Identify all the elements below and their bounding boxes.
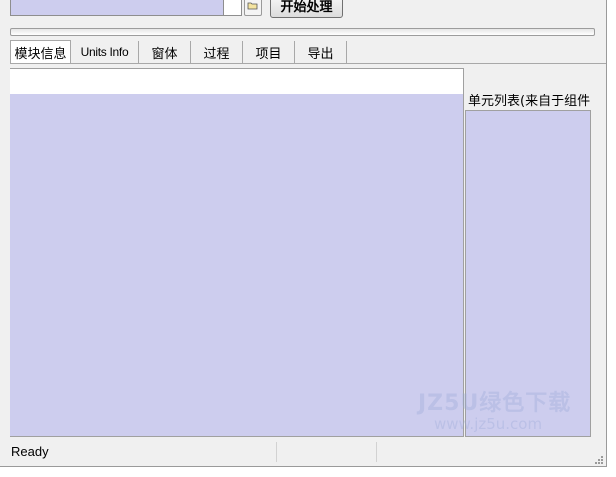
- units-list-label: 单元列表(来自于组件: [468, 94, 591, 109]
- folder-open-icon: [247, 0, 259, 14]
- tab-forms[interactable]: 窗体: [139, 41, 191, 63]
- tab-divider: [10, 63, 606, 64]
- module-info-header: [10, 68, 464, 94]
- progress-bar: [10, 28, 595, 36]
- tab-module-info[interactable]: 模块信息: [10, 40, 71, 64]
- browse-button[interactable]: [244, 0, 262, 16]
- status-text: Ready: [11, 444, 49, 459]
- tab-procedures[interactable]: 过程: [191, 41, 243, 63]
- tab-project[interactable]: 项目: [243, 41, 295, 63]
- path-dropdown-arrow[interactable]: [224, 0, 242, 16]
- units-list[interactable]: [465, 110, 591, 437]
- tab-export[interactable]: 导出: [295, 41, 347, 63]
- tab-strip: 模块信息 Units Info 窗体 过程 项目 导出: [10, 40, 347, 64]
- tab-units-info[interactable]: Units Info: [71, 41, 139, 63]
- file-path-input[interactable]: [10, 0, 224, 16]
- status-pane-2: [277, 442, 377, 462]
- status-bar: Ready: [0, 440, 606, 466]
- resize-grip-icon[interactable]: [594, 454, 604, 464]
- main-window: 开始处理 模块信息 Units Info 窗体 过程 项目 导出 单元列表(来自…: [0, 0, 607, 467]
- start-processing-button[interactable]: 开始处理: [270, 0, 343, 18]
- module-info-list[interactable]: [10, 94, 464, 437]
